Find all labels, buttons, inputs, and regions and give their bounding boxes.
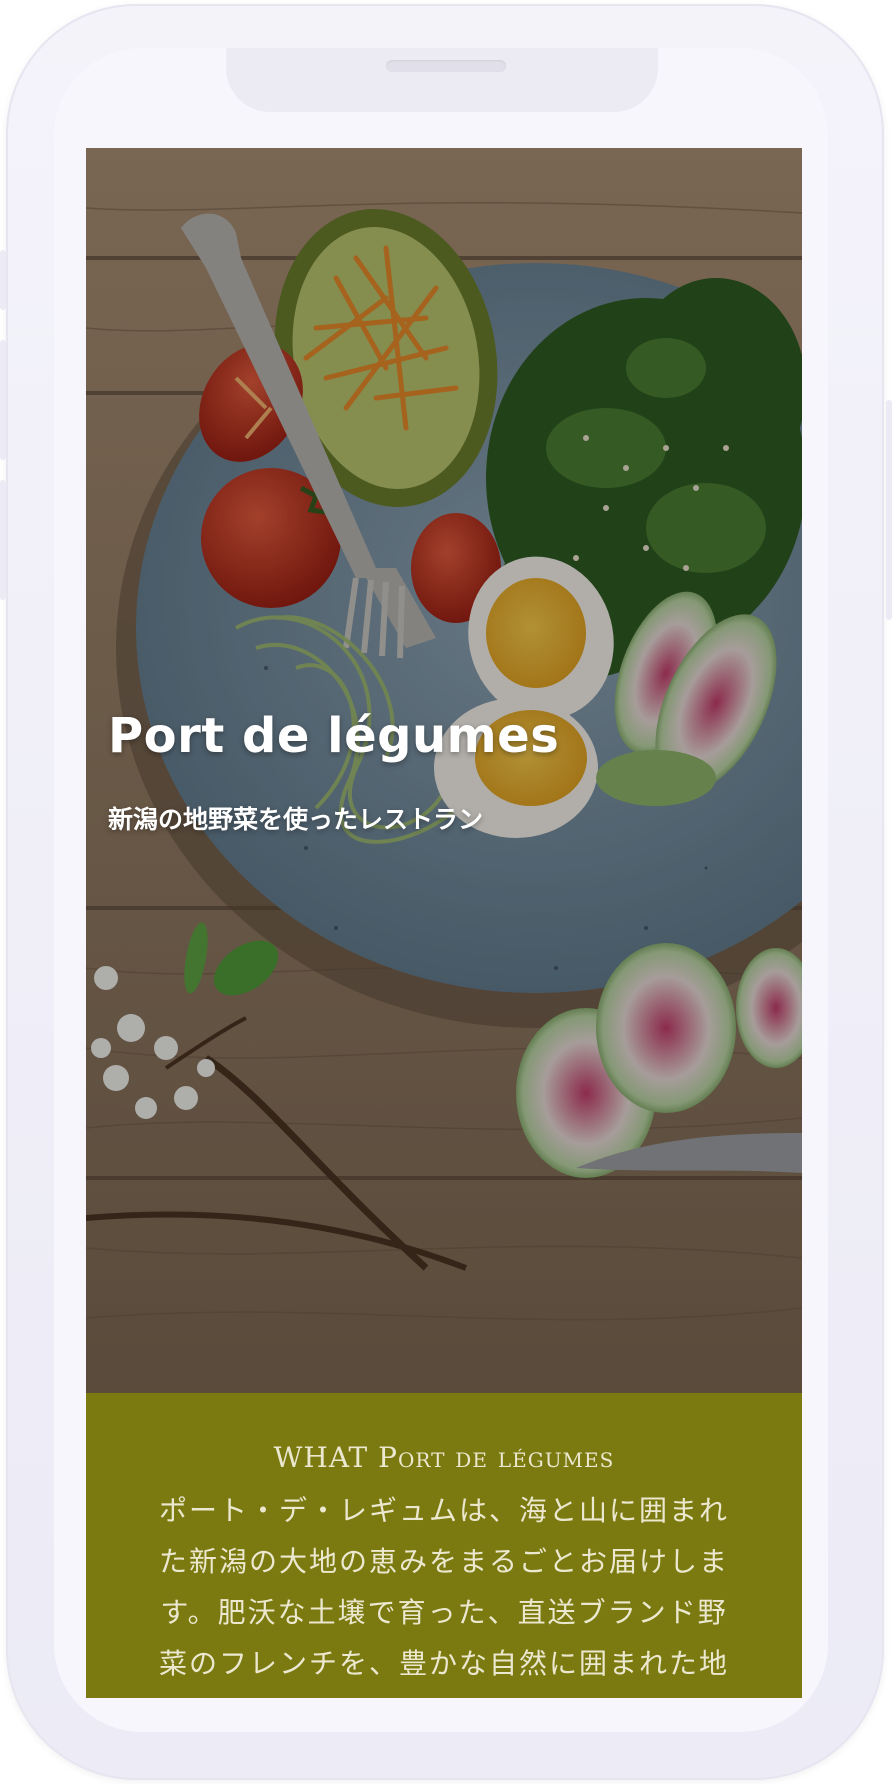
about-description: ポート・デ・レギュムは、海と山に囲まれた新潟の大地の恵みをまるごとお届けします。… (158, 1494, 729, 1680)
phone-volume-up-button (0, 340, 6, 460)
phone-side-button (0, 250, 6, 310)
phone-volume-down-button (0, 480, 6, 600)
phone-notch (226, 48, 658, 112)
about-heading: WHAT Port de légumes (273, 1441, 615, 1474)
app-screen: Port de légumes 新潟の地野菜を使ったレストラン WHAT Por… (86, 148, 802, 1698)
about-section: WHAT Port de légumes ポート・デ・レギュムは、海と山に囲まれ… (86, 1393, 802, 1698)
hero-title: Port de légumes (108, 708, 560, 764)
hero-subtitle: 新潟の地野菜を使ったレストラン (108, 805, 484, 834)
phone-power-button (886, 400, 892, 620)
phone-speaker (386, 60, 506, 72)
hero-section: Port de légumes 新潟の地野菜を使ったレストラン (86, 148, 802, 1393)
hero-overlay (86, 148, 802, 1393)
